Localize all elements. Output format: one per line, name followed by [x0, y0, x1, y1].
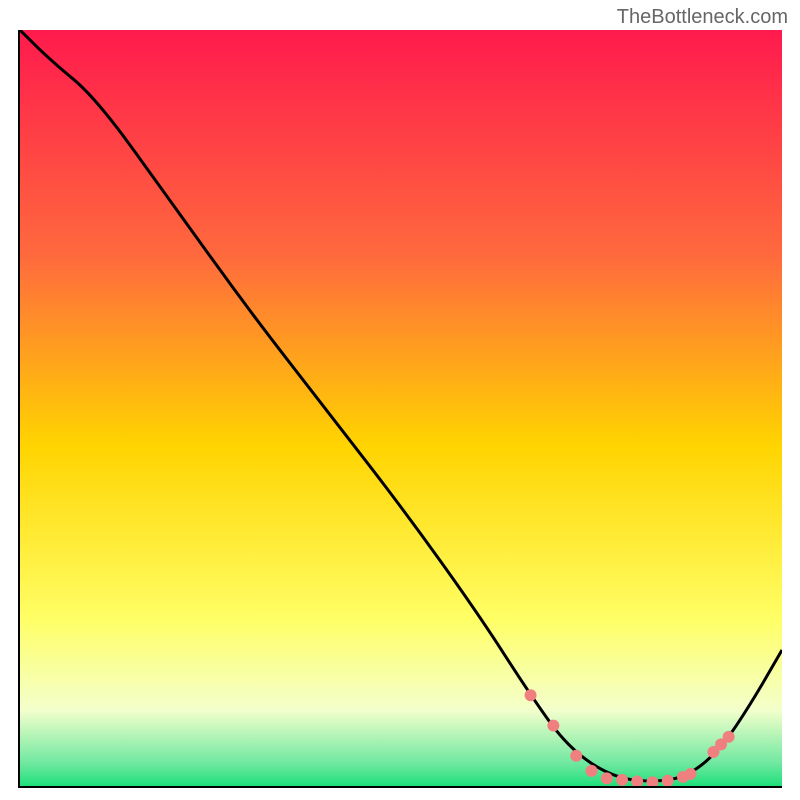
bottleneck-curve — [20, 30, 782, 781]
plot-area — [18, 30, 782, 788]
highlight-points — [525, 689, 735, 786]
highlight-point — [685, 768, 697, 780]
curve-layer — [20, 30, 782, 786]
highlight-point — [646, 776, 658, 786]
highlight-point — [723, 731, 735, 743]
highlight-point — [616, 774, 628, 786]
chart-container: TheBottleneck.com — [0, 0, 800, 800]
highlight-point — [586, 765, 598, 777]
highlight-point — [570, 750, 582, 762]
highlight-point — [631, 776, 643, 786]
highlight-point — [662, 775, 674, 786]
highlight-point — [547, 720, 559, 732]
highlight-point — [601, 772, 613, 784]
highlight-point — [525, 689, 537, 701]
watermark-text: TheBottleneck.com — [617, 6, 788, 29]
